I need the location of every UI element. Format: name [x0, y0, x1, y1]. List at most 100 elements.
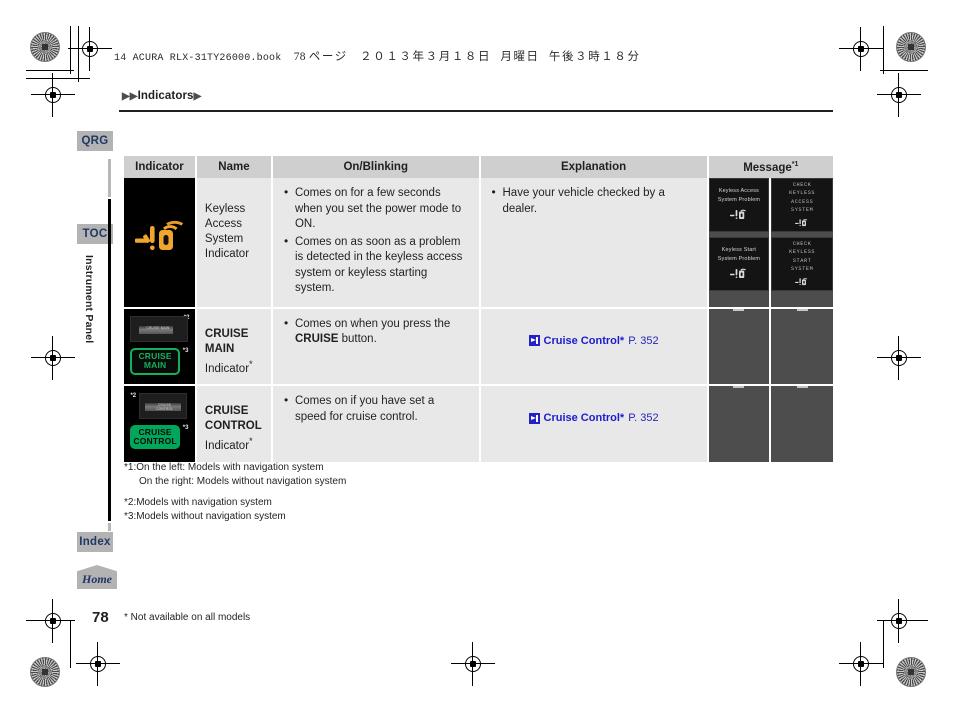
indicator-name-sub: Indicator — [205, 362, 249, 374]
registration-mark-right-upper — [886, 82, 912, 108]
footer-note: * Not available on all models — [124, 612, 250, 623]
registration-mark-left-lower — [40, 608, 66, 634]
name-cell-cruise-main: CRUISE MAIN Indicator* — [196, 308, 272, 386]
cruise-main-indicator-icon: CRUISE MAIN — [130, 348, 179, 375]
crop-mark-top-vertical-2 — [78, 26, 79, 82]
explanation-list: Have your vehicle checked by a dealer. — [490, 186, 698, 217]
cross-reference-page: P. 352 — [628, 412, 658, 424]
footnotes-block: *1:On the left: Models with navigation s… — [124, 461, 544, 524]
column-header-message: Message*1 — [708, 156, 833, 178]
book-weekday: 月曜日 — [500, 51, 539, 63]
on-blinking-item: Comes on when you press the CRUISE butto… — [295, 317, 466, 348]
keyless-access-system-indicator-icon — [792, 276, 812, 287]
badge-thumbnail-without-nav: CRUISE CONTROL *3 — [130, 425, 188, 449]
on-blinking-item: Comes on as soon as a problem is detecte… — [295, 235, 466, 297]
sidebar-button-qrg[interactable]: QRG — [77, 131, 113, 151]
chapter-label: Instrument Panel — [83, 255, 95, 343]
crop-mark-bottom-right-vertical — [883, 620, 884, 668]
indicator-cell-cruise-main: *2 CRUISE MAIN CRUISE MAIN *3 — [124, 308, 196, 386]
crop-mark-top-right-horizontal — [880, 70, 928, 71]
footnote-marker-nonav: *3 — [183, 425, 189, 431]
message-cell-with-nav: Keyless Access System Problem — [708, 178, 771, 308]
message-cell-with-nav — [708, 385, 771, 463]
on-blinking-cell-cruise-control: Comes on if you have set a speed for cru… — [272, 385, 480, 463]
footnote-1-line1: *1:On the left: Models with navigation s… — [124, 461, 544, 474]
empty-dash-icon — [797, 386, 808, 388]
sidebar-rail-upper — [108, 159, 111, 197]
meter-text-line1: CHECK — [793, 182, 812, 188]
explanation-cell-cruise-main: Cruise Control* P. 352 — [480, 308, 708, 386]
name-cell-keyless: Keyless Access System Indicator — [196, 178, 272, 308]
table-row: *2 CRUISE MAIN CRUISE MAIN *3 — [124, 308, 833, 386]
badge-thumbnail-without-nav: CRUISE MAIN *3 — [130, 348, 188, 375]
meter-text-line2: KEYLESS — [789, 249, 815, 255]
column-header-indicator: Indicator — [124, 156, 196, 178]
book-page-number: 78 — [294, 51, 306, 63]
empty-dash-icon — [733, 386, 744, 388]
print-rosette-top-left — [30, 32, 60, 62]
meter-text-line4: SYSTEM — [791, 207, 813, 213]
explanation-cell-cruise-control: Cruise Control* P. 352 — [480, 385, 708, 463]
jump-arrow-icon — [529, 335, 540, 346]
dash-thumbnail-with-nav: *2 CRUISE MAIN — [130, 316, 188, 342]
indicator-name-line1: Keyless Access — [205, 202, 265, 232]
header-rule — [119, 110, 833, 112]
on-blinking-item: Comes on if you have set a speed for cru… — [295, 394, 466, 425]
footnote-3: *3:Models without navigation system — [124, 510, 544, 523]
on-blinking-text-post: button. — [338, 333, 376, 345]
meter-text-line1: CHECK — [793, 241, 812, 247]
badge-line2: CONTROL — [133, 437, 176, 447]
registration-mark-right-lower — [886, 608, 912, 634]
dash-mini-label: CRUISE CONTROL — [151, 403, 178, 411]
crop-mark-top-horizontal — [26, 70, 74, 71]
column-header-explanation: Explanation — [480, 156, 708, 178]
sidebar-button-index[interactable]: Index — [77, 532, 113, 552]
registration-mark-bottom-left — [85, 651, 111, 677]
on-blinking-item: Comes on for a few seconds when you set … — [295, 186, 466, 233]
explanation-item: Have your vehicle checked by a dealer. — [503, 186, 694, 217]
meter-text-line3: ACCESS — [791, 199, 813, 205]
breadcrumb-label: Indicators — [138, 90, 194, 102]
indicator-cell-keyless — [124, 178, 196, 308]
dash-thumbnail-with-nav: *2 CRUISE CONTROL — [130, 393, 188, 419]
table-row: Keyless Access System Indicator Comes on… — [124, 178, 833, 308]
footnote-marker-asterisk: * — [249, 436, 253, 447]
keyless-access-system-indicator-icon — [792, 217, 812, 228]
crop-mark-bottom-right-horizontal — [880, 620, 928, 621]
keyless-access-system-indicator-icon — [133, 218, 185, 258]
meter-text-line2: KEYLESS — [789, 190, 815, 196]
print-rosette-top-right — [896, 32, 926, 62]
indicator-name-line2: System — [205, 232, 265, 247]
registration-mark-bottom-right — [848, 651, 874, 677]
cross-reference-link[interactable]: Cruise Control* P. 352 — [529, 331, 659, 347]
table-header-row: Indicator Name On/Blinking Explanation M… — [124, 156, 833, 178]
cruise-control-indicator-icon: CRUISE CONTROL — [130, 425, 179, 449]
book-time: 午後３時１８分 — [549, 51, 641, 63]
dash-mini-label: CRUISE MAIN — [145, 326, 170, 330]
indicators-table: Indicator Name On/Blinking Explanation M… — [124, 156, 833, 464]
keyless-access-system-indicator-icon — [729, 207, 749, 222]
sidebar-button-home[interactable]: Home — [77, 565, 117, 589]
registration-mark-left-middle — [40, 345, 66, 371]
footnote-marker-nav: *2 — [130, 393, 136, 399]
on-blinking-list: Comes on for a few seconds when you set … — [282, 186, 470, 297]
message-cell-without-nav — [770, 385, 833, 463]
indicator-name-line3: Indicator — [205, 247, 265, 262]
message-cell-without-nav: CHECK KEYLESS ACCESS SYSTEM — [770, 178, 833, 308]
book-date: ２０１３年３月１８日 — [360, 51, 491, 63]
book-page-unit: ページ — [309, 51, 348, 63]
print-rosette-bottom-right — [896, 657, 926, 687]
crop-mark-top-horizontal-2 — [26, 78, 90, 79]
meter-text-line1: Keyless Access — [719, 188, 759, 195]
cross-reference-link[interactable]: Cruise Control* P. 352 — [529, 408, 659, 424]
registration-mark-top-left — [77, 36, 103, 62]
meter-display-check-keyless-start-system: CHECK KEYLESS START SYSTEM — [771, 237, 833, 291]
book-header-line: 14 ACURA RLX-31TY26000.book 78 ページ ２０１３年… — [114, 48, 641, 64]
indicator-name-bold-line1: CRUISE — [205, 405, 248, 417]
empty-dash-icon — [733, 309, 744, 311]
breadcrumb-trailing-arrow-icon: ▶ — [194, 91, 202, 102]
crop-mark-top-right-vertical — [883, 26, 884, 74]
name-cell-cruise-control: CRUISE CONTROL Indicator* — [196, 385, 272, 463]
footnote-1-line2: On the right: Models without navigation … — [124, 475, 544, 488]
registration-mark-top-right — [848, 36, 874, 62]
